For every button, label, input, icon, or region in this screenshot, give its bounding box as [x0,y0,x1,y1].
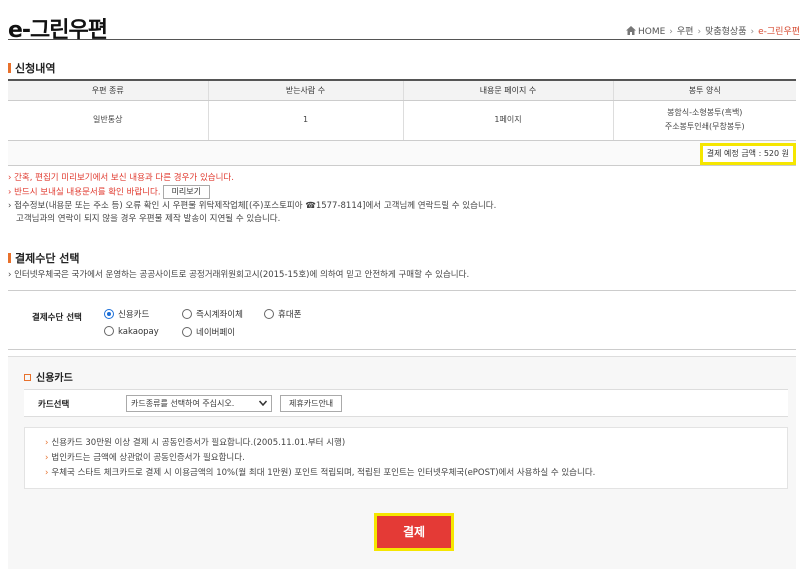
info-item: › 신용카드 30만원 이상 결제 시 공동인증서가 필요합니다.(2005.11… [45,438,346,448]
total-amount: 결제 예정 금액 : 520 원 [699,143,796,165]
envelope-line: 주소봉투인쇄(무창봉투) [664,122,745,131]
mail-type-cell: 일반통상 [8,100,208,141]
info-item: › 법인카드는 금액에 상관없이 공동인증서가 필요합니다. [45,453,245,463]
card-section-title: 신용카드 [24,369,73,384]
breadcrumb-custom[interactable]: 맞춤형상품 [705,27,746,37]
payment-section-title: 결제수단 선택 [8,250,80,266]
info-item: › 우체국 스타트 체크카드로 결제 시 이용금액의 10%(월 최대 1만원) … [45,468,596,478]
radio-icon[interactable] [264,309,274,319]
radio-credit-card[interactable]: 신용카드 [104,308,149,320]
card-info-box: › 신용카드 30만원 이상 결제 시 공동인증서가 필요합니다.(2005.11… [24,427,788,489]
credit-card-panel: 신용카드 카드선택 카드종류를 선택하여 주십시오. 제휴카드안내 › 신용카드 … [8,356,796,569]
pay-button[interactable]: 결제 [377,516,451,548]
payment-method-label: 결제수단 선택 [32,313,82,323]
payment-method-box: 결제수단 선택 신용카드 즉시계좌이체 휴대폰 kakaopay 네이버페이 [8,290,796,350]
table-header-row: 우편 종류 받는사람 수 내용문 페이지 수 봉투 양식 [8,80,796,101]
radio-icon[interactable] [104,326,114,336]
page-title: e-그린우편 [8,18,108,43]
radio-icon[interactable] [182,309,192,319]
radio-icon[interactable] [182,327,192,337]
arrow-icon: › [45,468,49,478]
envelope-line: 봉함식-소형봉투(흑백) [667,108,743,117]
total-row: 결제 예정 금액 : 520 원 [8,141,796,166]
note-text: › 간혹, 편집기 미리보기에서 보신 내용과 다른 경우가 있습니다. [8,173,234,183]
arrow-icon: › [45,453,49,463]
column-header: 봉투 양식 [612,80,796,101]
recipients-cell: 1 [207,100,403,141]
breadcrumb-home[interactable]: HOME [638,27,665,37]
home-icon[interactable] [625,26,636,35]
note-text: › 접수정보(내용문 또는 주소 등) 오류 확인 시 우편물 위탁제작업체[(… [8,200,497,211]
chevron-right-icon: › [697,27,702,37]
arrow-icon: › [45,438,49,448]
card-select-row: 카드선택 카드종류를 선택하여 주십시오. 제휴카드안내 [24,389,788,417]
section-bar-icon [8,253,11,263]
pay-button-highlight: 결제 [374,513,454,551]
table-row: 일반통상 1 1페이지 봉함식-소형봉투(흑백) 주소봉투인쇄(무창봉투) [8,100,796,141]
pages-cell: 1페이지 [402,100,613,141]
radio-mobile[interactable]: 휴대폰 [264,308,301,320]
breadcrumb: HOME › 우편 › 맞춤형상품 › e-그린우편 [625,24,800,37]
breadcrumb-current[interactable]: e-그린우편 [758,27,800,37]
notes: › 간혹, 편집기 미리보기에서 보신 내용과 다른 경우가 있습니다. › 반… [8,172,496,226]
preview-button[interactable]: 미리보기 [162,185,211,199]
envelope-cell: 봉함식-소형봉투(흑백) 주소봉투인쇄(무창봉투) [612,100,796,141]
chevron-down-icon [259,400,267,406]
radio-account-transfer[interactable]: 즉시계좌이체 [182,308,243,320]
column-header: 우편 종류 [8,80,208,101]
chevron-right-icon: › [750,27,755,37]
radio-naverpay[interactable]: 네이버페이 [182,326,235,338]
breadcrumb-mail[interactable]: 우편 [677,27,694,37]
card-type-select[interactable]: 카드종류를 선택하여 주십시오. [126,395,272,412]
payment-description: › 인터넷우체국은 국가에서 운영하는 공공사이트로 공정거래위원회고시(201… [8,270,470,280]
chevron-right-icon: › [669,27,673,37]
page-header: e-그린우편 HOME › 우편 › 맞춤형상품 › e-그린우편 [8,6,800,43]
card-select-label: 카드선택 [38,400,70,410]
note-text: › 반드시 보내실 내용문서를 확인 바랍니다. 미리보기 [8,185,496,200]
card-select-value: 카드종류를 선택하여 주십시오. [131,399,235,408]
partner-card-button[interactable]: 제휴카드안내 [280,395,343,412]
section-bar-icon [8,63,11,73]
square-bullet-icon [24,374,31,381]
note-text: 고객님과의 연락이 되지 않을 경우 우편물 제작 발송이 지연될 수 있습니다… [16,213,281,224]
apply-table: 우편 종류 받는사람 수 내용문 페이지 수 봉투 양식 일반통상 1 1페이지… [8,79,796,141]
column-header: 내용문 페이지 수 [402,80,613,101]
radio-kakaopay[interactable]: kakaopay [104,326,159,337]
radio-checked-icon[interactable] [104,309,114,319]
apply-section-title: 신청내역 [8,60,55,76]
column-header: 받는사람 수 [207,80,403,101]
